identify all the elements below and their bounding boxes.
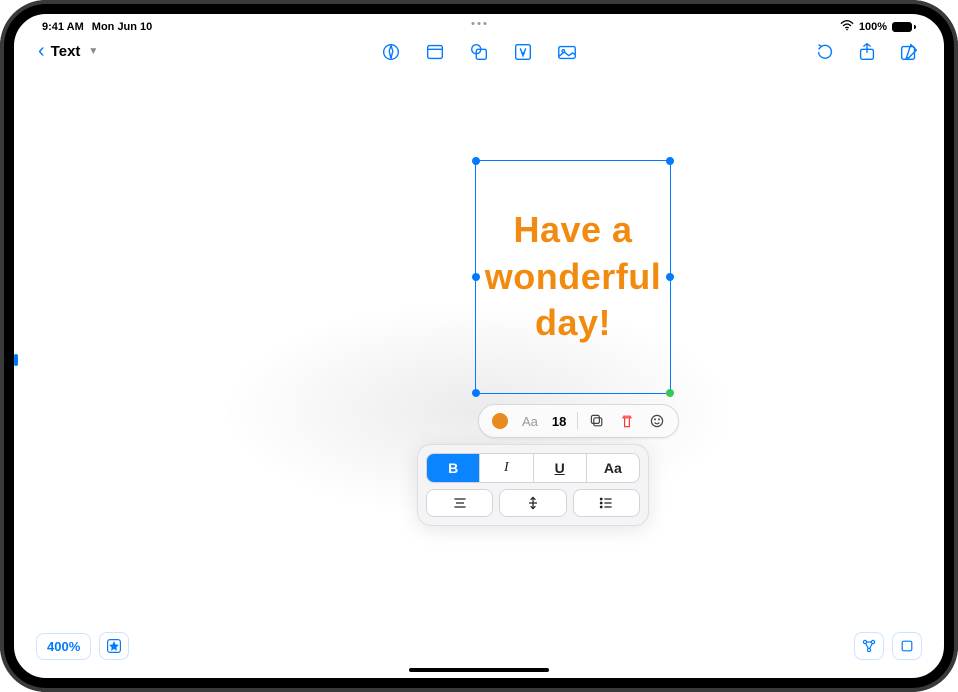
tool-mode-chevron-icon[interactable]: ▼ — [88, 46, 98, 57]
selected-text-box[interactable]: Have a wonderful day! — [475, 160, 671, 394]
scroll-indicator — [14, 354, 18, 366]
resize-handle-top-right[interactable] — [666, 157, 674, 165]
battery-icon — [892, 22, 916, 32]
text-color-swatch[interactable] — [485, 409, 515, 433]
multitask-dots[interactable] — [472, 22, 487, 25]
text-format-panel: B I U Aa — [417, 444, 649, 526]
text-case-button[interactable]: Aa — [586, 454, 639, 482]
italic-button[interactable]: I — [479, 454, 532, 482]
resize-handle-bottom-left[interactable] — [472, 389, 480, 397]
minimap-button[interactable] — [892, 632, 922, 660]
collaboration-button[interactable] — [854, 632, 884, 660]
font-size-value[interactable]: 18 — [545, 410, 573, 433]
bold-button[interactable]: B — [427, 454, 479, 482]
wifi-icon — [840, 20, 854, 34]
pen-tool-icon[interactable] — [380, 41, 402, 63]
emoji-icon[interactable] — [642, 409, 672, 433]
resize-handle-mid-right[interactable] — [666, 273, 674, 281]
align-horizontal-button[interactable] — [426, 489, 493, 517]
freeform-canvas[interactable]: Have a wonderful day! Aa 18 — [28, 74, 930, 664]
sticky-note-icon[interactable] — [424, 41, 446, 63]
delete-icon[interactable] — [612, 409, 642, 433]
resize-handle-bottom-right[interactable] — [666, 389, 674, 397]
resize-handle-mid-left[interactable] — [472, 273, 480, 281]
divider — [577, 412, 578, 430]
share-icon[interactable] — [856, 41, 878, 63]
text-tool-icon[interactable] — [512, 41, 534, 63]
tool-mode-label[interactable]: Text — [51, 43, 81, 60]
underline-button[interactable]: U — [533, 454, 586, 482]
status-bar: 9:41 AM Mon Jun 10 100% — [14, 14, 944, 36]
undo-icon[interactable] — [814, 41, 836, 63]
text-box-content[interactable]: Have a wonderful day! — [484, 207, 662, 347]
list-button[interactable] — [573, 489, 640, 517]
home-indicator[interactable] — [409, 668, 549, 672]
media-tool-icon[interactable] — [556, 41, 578, 63]
top-toolbar: ‹ Text ▼ — [14, 36, 944, 71]
shapes-tool-icon[interactable] — [468, 41, 490, 63]
text-context-bar: Aa 18 — [478, 404, 679, 438]
battery-pct: 100% — [859, 21, 887, 33]
align-vertical-button[interactable] — [499, 489, 566, 517]
favorites-button[interactable] — [99, 632, 129, 660]
status-date: Mon Jun 10 — [92, 21, 153, 33]
back-button[interactable]: ‹ — [38, 40, 45, 63]
zoom-level-button[interactable]: 400% — [36, 633, 91, 660]
duplicate-icon[interactable] — [582, 409, 612, 433]
font-picker-button[interactable]: Aa — [515, 410, 545, 433]
resize-handle-top-left[interactable] — [472, 157, 480, 165]
status-time: 9:41 AM — [42, 21, 84, 33]
compose-icon[interactable] — [898, 41, 920, 63]
